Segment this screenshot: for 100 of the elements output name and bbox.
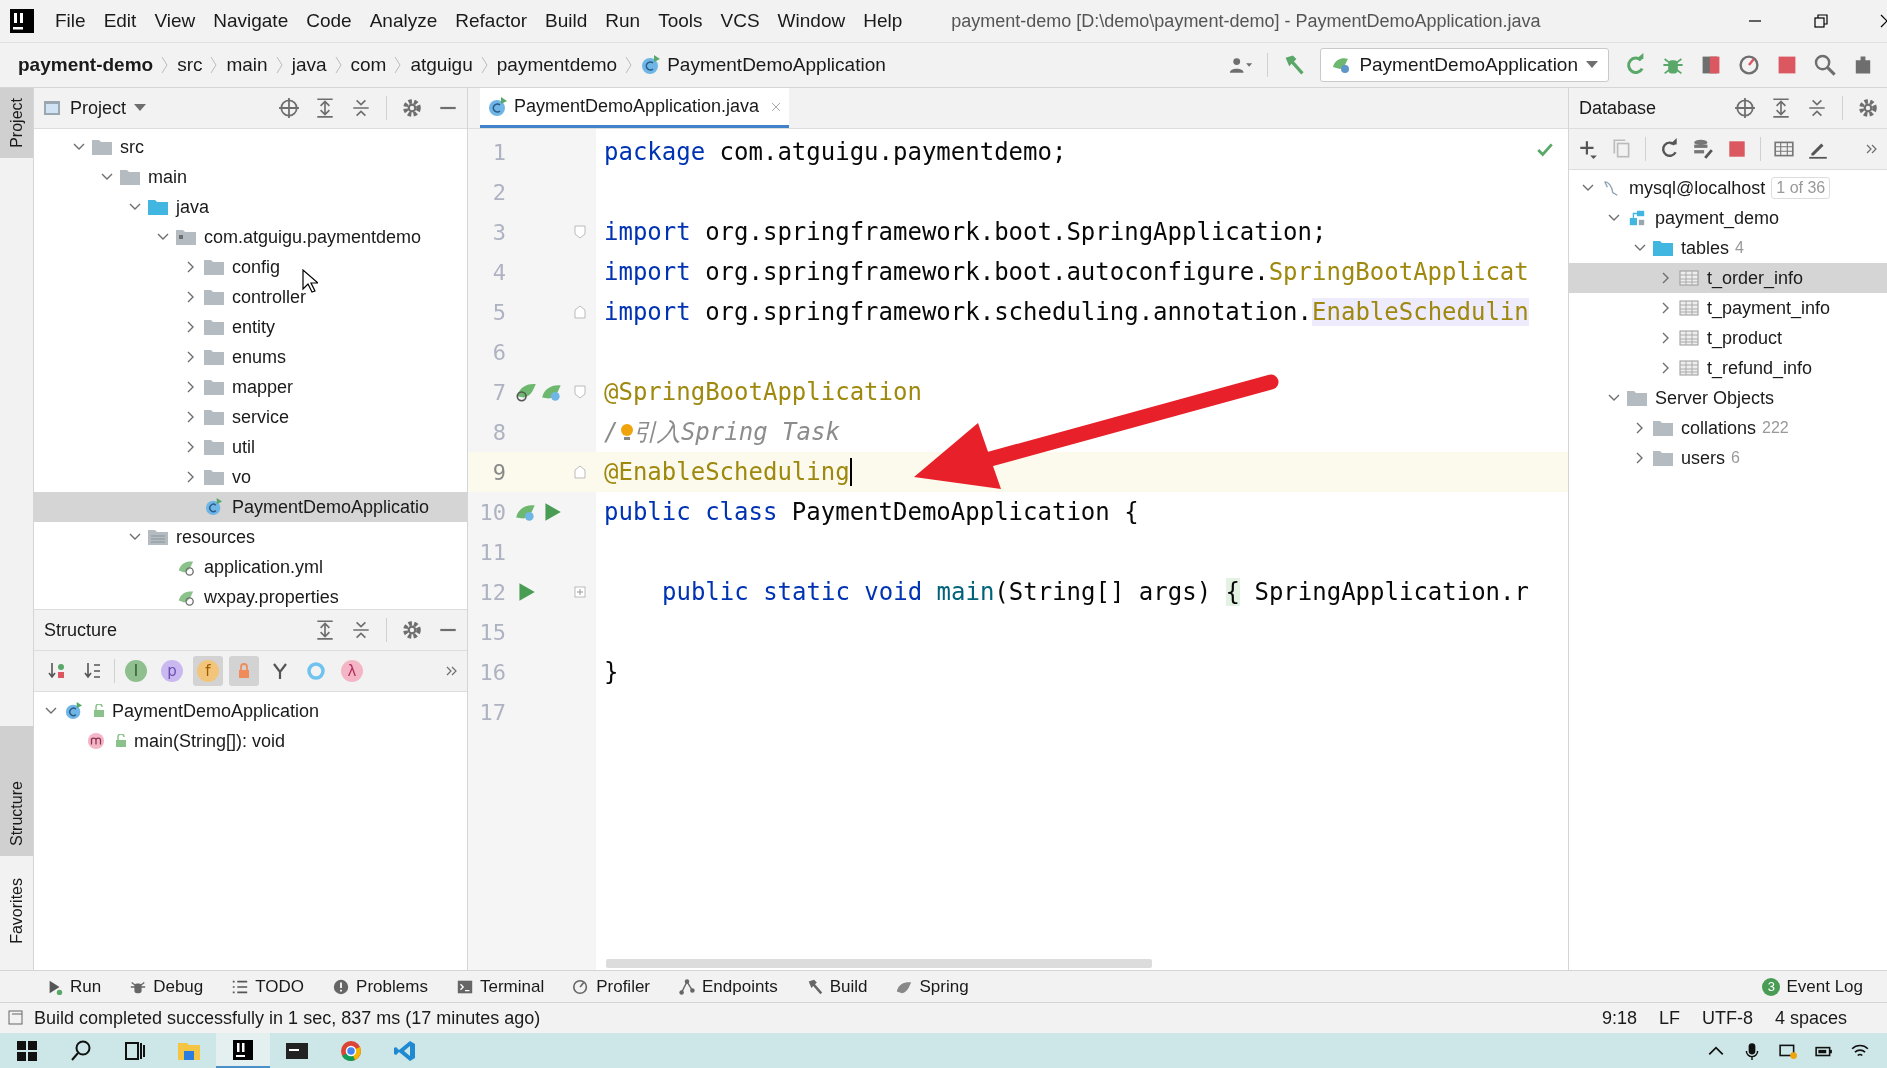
tree-item[interactable]: t_payment_info xyxy=(1569,293,1887,323)
breadcrumb-item[interactable]: com xyxy=(342,54,395,76)
tree-item[interactable]: t_refund_info xyxy=(1569,353,1887,383)
tree-item[interactable]: util xyxy=(34,432,467,462)
collapse-all-icon[interactable] xyxy=(1806,97,1828,119)
tree-item[interactable]: wxpay.properties xyxy=(34,582,467,612)
menu-item[interactable]: Window xyxy=(768,10,855,32)
collapse-all-icon[interactable] xyxy=(350,97,372,119)
menu-item[interactable]: Run xyxy=(596,10,650,32)
tree-item[interactable]: vo xyxy=(34,462,467,492)
tool-window-button[interactable]: Spring xyxy=(885,976,979,997)
scrollbar[interactable] xyxy=(606,958,1152,968)
tree-item[interactable]: com.atguigu.paymentdemo xyxy=(34,222,467,252)
window-icon[interactable] xyxy=(8,1010,24,1026)
tree-item[interactable]: application.yml xyxy=(34,552,467,582)
tool-window-button[interactable]: Profiler xyxy=(562,976,661,997)
status-item[interactable]: LF xyxy=(1658,1007,1680,1029)
side-tab[interactable]: Structure xyxy=(0,726,33,857)
menu-item[interactable]: View xyxy=(145,10,205,32)
breadcrumb-item[interactable]: paymentdemo xyxy=(488,54,626,76)
expand-all-icon[interactable] xyxy=(314,97,336,119)
status-item[interactable]: UTF-8 xyxy=(1701,1007,1753,1029)
checkmark-icon[interactable] xyxy=(1536,141,1554,159)
tree-item[interactable]: PaymentDemoApplicatio xyxy=(34,492,467,522)
tree-item[interactable]: Server Objects xyxy=(1569,383,1887,413)
tree-item[interactable]: main(String[]): void xyxy=(34,726,467,756)
tree-item[interactable]: enums xyxy=(34,342,467,372)
stop-icon[interactable] xyxy=(1726,138,1748,160)
tree-item[interactable]: entity xyxy=(34,312,467,342)
tree-item[interactable]: service xyxy=(34,402,467,432)
fold-marker-icon[interactable] xyxy=(574,305,586,319)
expand-all-icon[interactable] xyxy=(1770,97,1792,119)
tree-item[interactable]: tables 4 xyxy=(1569,233,1887,263)
tool-window-button[interactable]: Run xyxy=(36,976,112,997)
breadcrumb-item[interactable]: main xyxy=(218,54,276,76)
menu-item[interactable]: Edit xyxy=(94,10,146,32)
tree-item[interactable]: java xyxy=(34,192,467,222)
run-configuration-dropdown[interactable]: PaymentDemoApplication xyxy=(1320,48,1609,82)
add-icon[interactable] xyxy=(1577,138,1599,160)
menu-item[interactable]: Help xyxy=(854,10,912,32)
taskbar-app[interactable] xyxy=(216,1033,270,1068)
sort-icon xyxy=(47,661,67,681)
settings-icon[interactable] xyxy=(1857,97,1879,119)
menu-item[interactable]: Analyze xyxy=(360,10,447,32)
tree-item[interactable]: users 6 xyxy=(1569,443,1887,473)
locate-icon[interactable] xyxy=(1734,97,1756,119)
tree-item[interactable]: resources xyxy=(34,522,467,552)
locate-icon[interactable] xyxy=(278,97,300,119)
fold-marker-icon[interactable] xyxy=(574,465,586,479)
microphone-icon[interactable] xyxy=(1743,1041,1761,1060)
status-item[interactable]: 9:18 xyxy=(1601,1007,1637,1029)
side-tab[interactable]: Project xyxy=(0,88,33,158)
breadcrumb-item[interactable]: src xyxy=(169,54,211,76)
restore-icon[interactable] xyxy=(1813,13,1829,29)
menu-item[interactable]: VCS xyxy=(711,10,769,32)
more-icon[interactable] xyxy=(1865,142,1879,156)
fold-marker-icon[interactable] xyxy=(574,385,586,399)
tree-item[interactable]: config xyxy=(34,252,467,282)
menu-item[interactable]: Tools xyxy=(649,10,712,32)
collapse-all-icon[interactable] xyxy=(350,619,372,641)
tree-item[interactable]: main xyxy=(34,162,467,192)
fold-marker-icon[interactable] xyxy=(574,585,586,599)
tree-item[interactable]: PaymentDemoApplication xyxy=(34,696,467,726)
expand-all-icon[interactable] xyxy=(314,619,336,641)
breadcrumb-item[interactable]: payment-demo xyxy=(16,54,162,76)
event-log-button[interactable]: 3 Event Log xyxy=(1752,976,1873,997)
breadcrumb-item[interactable]: PaymentDemoApplication xyxy=(633,54,894,76)
more-icon[interactable] xyxy=(445,664,459,678)
editor-tab[interactable]: PaymentDemoApplication.java xyxy=(480,88,790,128)
panel-title[interactable]: Project xyxy=(42,97,147,119)
menu-item[interactable]: Navigate xyxy=(204,10,298,32)
status-item[interactable]: 4 spaces xyxy=(1774,1007,1847,1029)
menu-item[interactable]: Build xyxy=(536,10,597,32)
menu-item[interactable]: Refactor xyxy=(446,10,537,32)
menu-item[interactable]: File xyxy=(46,10,95,32)
profiler-icon[interactable] xyxy=(1737,53,1761,77)
fold-marker-icon[interactable] xyxy=(574,225,586,239)
tool-window-button[interactable]: TODO xyxy=(221,976,315,997)
tool-window-button[interactable]: Debug xyxy=(119,976,214,997)
database-tools-icon[interactable] xyxy=(1692,138,1714,160)
tree-item[interactable]: t_order_info xyxy=(1569,263,1887,293)
tool-window-button[interactable]: Problems xyxy=(322,976,438,997)
tree-item[interactable]: collations 222 xyxy=(1569,413,1887,443)
side-tab[interactable]: Favorites xyxy=(0,868,33,954)
lightbulb-icon[interactable] xyxy=(620,422,634,442)
tree-item[interactable]: controller xyxy=(34,282,467,312)
tool-window-button[interactable]: Terminal xyxy=(445,976,555,997)
menu-item[interactable]: Code xyxy=(297,10,361,32)
tree-item[interactable]: payment_demo xyxy=(1569,203,1887,233)
tool-window-button[interactable]: Endpoints xyxy=(668,976,788,997)
breadcrumb-item[interactable]: atguigu xyxy=(402,54,481,76)
settings-icon[interactable] xyxy=(401,619,423,641)
settings-icon[interactable] xyxy=(401,97,423,119)
tool-window-button[interactable]: Build xyxy=(795,976,878,997)
search-icon[interactable] xyxy=(1813,53,1837,77)
tree-item[interactable]: mapper xyxy=(34,372,467,402)
tree-item[interactable]: t_product xyxy=(1569,323,1887,353)
tree-item[interactable]: mysql@localhost 1 of 36 xyxy=(1569,173,1887,203)
breadcrumb-item[interactable]: java xyxy=(283,54,335,76)
tree-item[interactable]: src xyxy=(34,132,467,162)
